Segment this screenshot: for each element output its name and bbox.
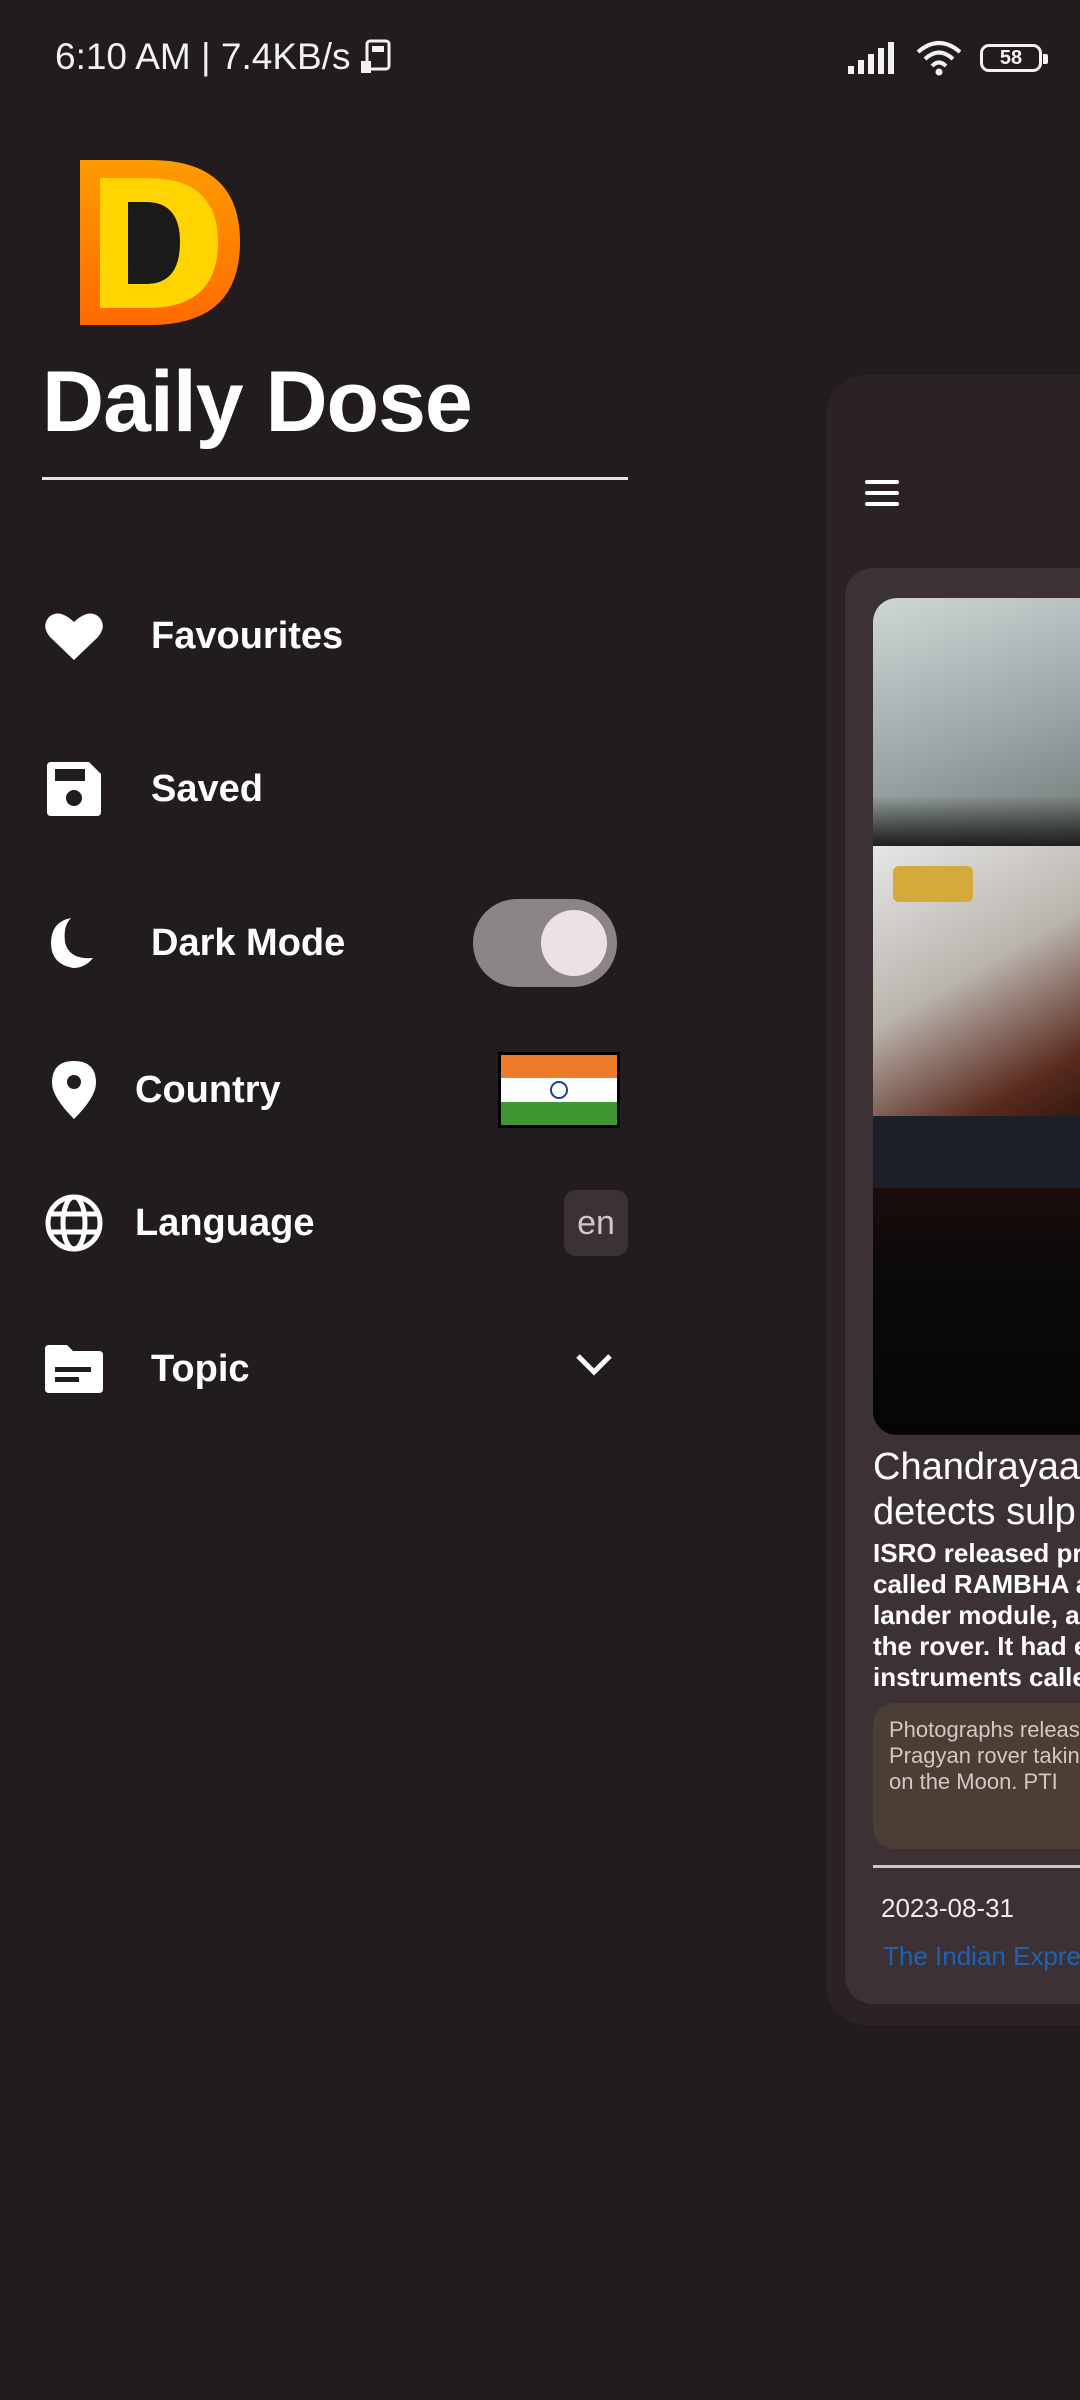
menu-label-country: Country [135,1068,281,1111]
menu-label-dark-mode: Dark Mode [151,921,346,964]
app-logo [80,160,240,325]
status-left: 6:10 AM | 7.4KB/s [55,36,393,78]
india-flag[interactable] [498,1052,620,1128]
app-title: Daily Dose [42,354,473,450]
language-chip[interactable]: en [564,1190,628,1256]
navigation-drawer: Daily Dose Favourites Saved Dark Mode Co… [0,120,660,2400]
status-right: 58 [848,40,1048,76]
menu-label-saved: Saved [151,767,263,810]
heart-icon [44,606,104,666]
article-source-link[interactable]: The Indian Expre [883,1941,1080,1972]
article-headline: Chandrayaa detects sulp [873,1446,1080,1533]
battery-icon: 58 [980,44,1048,72]
menu-label-topic: Topic [151,1347,250,1390]
moon-icon [44,913,104,973]
menu-item-favourites[interactable]: Favourites [0,581,660,691]
menu-item-saved[interactable]: Saved [0,734,660,844]
menu-label-favourites: Favourites [151,614,344,657]
menu-icon[interactable] [865,480,899,513]
menu-item-topic[interactable]: Topic [0,1314,660,1424]
chevron-down-icon[interactable] [574,1352,614,1378]
signal-icon [848,42,894,74]
floppy-disk-icon [44,759,104,819]
status-bar: 6:10 AM | 7.4KB/s 58 [0,0,1080,120]
topic-icon [44,1339,104,1399]
sim-icon [360,39,390,73]
article-summary: ISRO released pre called RAMBHA a lander… [873,1538,1080,1692]
card-divider [873,1865,1080,1868]
globe-icon [44,1193,104,1253]
news-card[interactable]: Chandrayaa detects sulp ISRO released pr… [845,568,1080,2004]
menu-item-country[interactable]: Country [0,1035,660,1145]
image-caption-box: Photographs releas Pragyan rover takin o… [873,1703,1080,1849]
menu-item-dark-mode[interactable]: Dark Mode [0,888,660,998]
battery-level: 58 [999,46,1023,69]
article-date: 2023-08-31 [881,1893,1014,1923]
wifi-icon [916,41,962,76]
title-divider [42,477,628,480]
article-image [873,598,1080,1435]
dark-mode-toggle[interactable] [473,899,617,987]
location-pin-icon [44,1060,104,1120]
image-caption: Photographs releas Pragyan rover takin o… [889,1717,1080,1794]
status-time-net: 6:10 AM | 7.4KB/s [55,36,351,77]
menu-item-language[interactable]: Language en [0,1168,660,1278]
menu-label-language: Language [135,1201,315,1244]
